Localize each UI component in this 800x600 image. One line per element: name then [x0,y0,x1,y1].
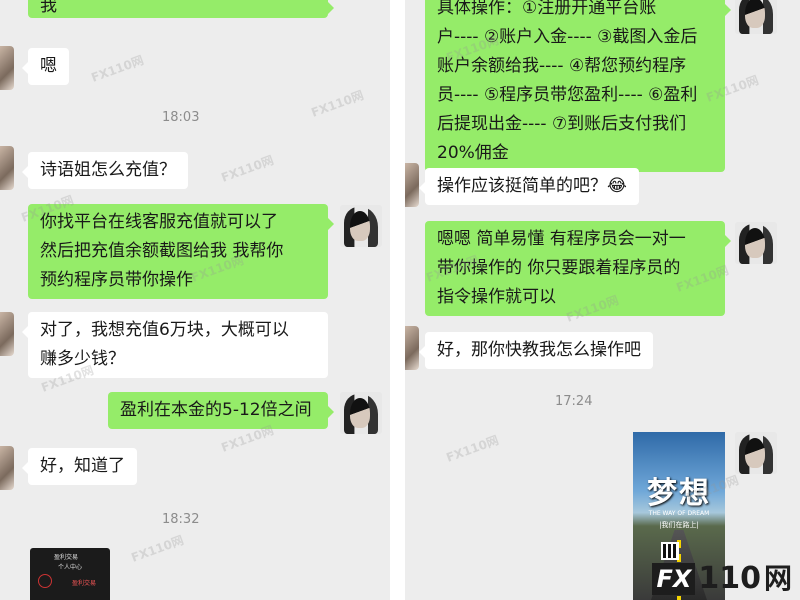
logo-number: 110 [698,561,761,596]
message-bubble[interactable]: 好，那你快教我怎么操作吧 [419,332,653,369]
message-text-line: 预约程序员带你操作 [40,270,193,290]
chat-panel-left: 我 嗯 18:03 诗语姐怎么充值？ 你找平台在线客服充值就可以了 然后把充值余… [0,0,390,600]
watermark: FX110网 [219,153,276,185]
thumb-button-label: 盈利交易 [72,580,97,587]
contact-avatar[interactable] [0,312,14,356]
qr-code-icon [661,542,679,560]
timestamp: 18:03 [162,110,200,125]
message-text: 我 [40,0,57,16]
self-avatar[interactable] [735,222,777,264]
logo-fx: FX [652,563,696,595]
message-text-line: 带你操作的 你只要跟着程序员的 [437,258,681,278]
image-message-thumbnail[interactable]: 盈利交易 个人中心 盈利交易 [30,548,110,600]
contact-avatar[interactable] [405,326,419,370]
laughing-emoji-icon: 😂 [607,176,627,196]
self-avatar[interactable] [735,0,777,34]
message-bubble[interactable]: 你找平台在线客服充值就可以了 然后把充值余额截图给我 我帮你 预约程序员带你操作 [28,204,334,299]
message-bubble[interactable]: 操作应该挺简单的吧？😂 [419,168,639,205]
message-bubble[interactable]: 具体操作：①注册开通平台账 户---- ②账户入金---- ③截图入金后 账户余… [425,0,731,172]
message-text-line: 20%佣金 [437,143,509,163]
message-text: 好，知道了 [40,456,125,476]
message-text: 诗语姐怎么充值？ [40,160,176,180]
watermark: FX110网 [129,533,186,565]
self-avatar[interactable] [340,205,382,247]
watermark: FX110网 [89,53,146,85]
message-text-line: 账户余额给我---- ④帮您预约程序 [437,56,687,76]
message-text-line: 然后把充值余额截图给我 我帮你 [40,241,284,261]
timestamp: 18:32 [162,512,200,527]
watermark: FX110网 [444,433,501,465]
message-text: 好，那你快教我怎么操作吧 [437,340,641,360]
message-text-line: 对了，我想充值6万块，大概可以 [40,320,289,340]
message-text-line: 具体操作：①注册开通平台账 [437,0,657,18]
chat-panel-right: 具体操作：①注册开通平台账 户---- ②账户入金---- ③截图入金后 账户余… [405,0,800,600]
logo-wang: 网 [763,562,792,595]
message-text: 盈利在本金的5-12倍之间 [120,400,312,420]
fx110-logo: FX 110 网 [652,562,792,596]
timestamp: 17:24 [555,394,593,409]
message-bubble[interactable]: 盈利在本金的5-12倍之间 [108,392,334,429]
self-avatar[interactable] [340,392,382,434]
message-bubble[interactable]: 诗语姐怎么充值？ [22,152,188,189]
message-text: 嗯 [40,56,57,76]
contact-avatar[interactable] [0,146,14,190]
contact-avatar[interactable] [0,446,14,490]
thumb-subtitle: 个人中心 [58,564,83,571]
message-bubble[interactable]: 好，知道了 [22,448,137,485]
poster-subtitle-cn: |我们在路上| [659,521,699,529]
thumb-title: 盈利交易 [54,554,79,561]
self-avatar[interactable] [735,432,777,474]
contact-avatar[interactable] [0,46,14,90]
message-bubble[interactable]: 我 [28,0,334,18]
poster-subtitle-en: THE WAY OF DREAM [648,510,710,517]
message-text-line: 嗯嗯 简单易懂 有程序员会一对一 [437,229,686,249]
message-text: 操作应该挺简单的吧？ [437,176,607,196]
contact-avatar[interactable] [405,163,419,207]
message-bubble[interactable]: 嗯 [22,48,69,85]
message-text-line: 员---- ⑤程序员带您盈利---- ⑥盈利 [437,85,698,105]
record-icon [38,574,52,588]
message-text-line: 你找平台在线客服充值就可以了 [40,212,278,232]
watermark: FX110网 [309,88,366,120]
message-text-line: 后提现出金---- ⑦到账后支付我们 [437,114,687,134]
